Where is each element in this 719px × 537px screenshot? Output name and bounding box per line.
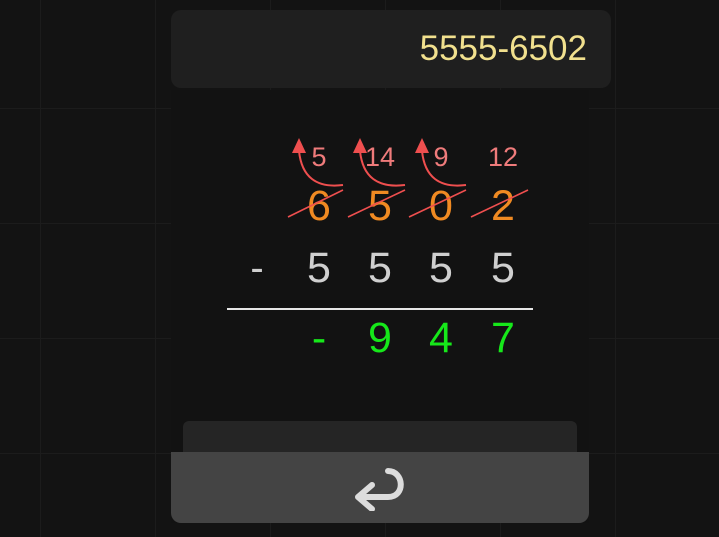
- subtrahend-digit: 5: [368, 244, 392, 292]
- subtrahend-digit: 5: [429, 244, 453, 292]
- result-digit: -: [311, 314, 327, 362]
- minuend-digit: 5: [368, 182, 392, 230]
- enter-button[interactable]: [171, 452, 589, 523]
- result-digit: 9: [368, 314, 392, 362]
- minuend-digit: 6: [307, 182, 331, 230]
- result-divider: [227, 308, 533, 310]
- borrow-mark: 9: [433, 142, 449, 172]
- result-digit: 7: [491, 314, 515, 362]
- minuend-digit: 0: [429, 182, 453, 230]
- borrow-mark: 5: [311, 142, 327, 172]
- result-digit: 4: [429, 314, 453, 362]
- expression-text: 5555-6502: [419, 29, 587, 68]
- expression-display: 5555-6502: [171, 10, 611, 88]
- minus-operator: -: [250, 246, 264, 290]
- borrow-mark: 12: [487, 142, 519, 172]
- subtrahend-digit: 5: [491, 244, 515, 292]
- borrow-mark: 14: [364, 142, 396, 172]
- minuend-digit: 2: [491, 182, 515, 230]
- return-arrow-icon: [350, 465, 410, 511]
- calculator-app: 5555-6502 5 14 9 12 6 5 0 2 - 5 5 5 5 - …: [0, 0, 719, 537]
- subtrahend-digit: 5: [307, 244, 331, 292]
